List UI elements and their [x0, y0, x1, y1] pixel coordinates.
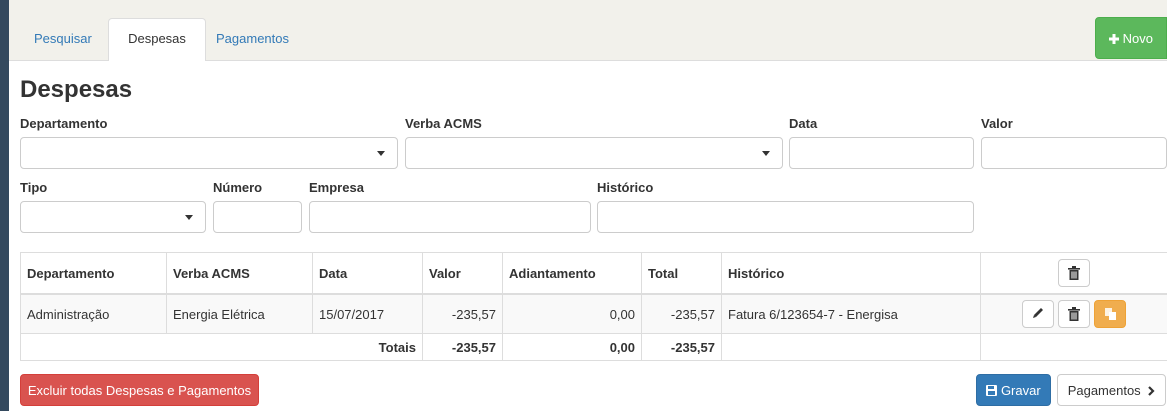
payments-button[interactable]: Pagamentos: [1057, 374, 1166, 406]
new-button-label: Novo: [1122, 31, 1153, 46]
numero-label: Número: [213, 180, 263, 195]
table-header-row: Departamento Verba ACMS Data Valor Adian…: [20, 252, 1167, 295]
cell-valor: -235,57: [422, 293, 503, 334]
historico-field[interactable]: [597, 201, 974, 233]
departamento-label: Departamento: [20, 116, 108, 131]
edit-button[interactable]: [1022, 300, 1055, 328]
tab-pagamentos[interactable]: Pagamentos: [216, 19, 289, 59]
numero-field[interactable]: [213, 201, 302, 233]
totals-label: Totais: [20, 333, 423, 361]
page-title: Despesas: [20, 76, 133, 103]
departamento-select[interactable]: [20, 137, 398, 169]
cell-departamento: Administração: [20, 293, 167, 334]
payments-button-label: Pagamentos: [1067, 383, 1141, 398]
cell-total: -235,57: [641, 293, 722, 334]
tab-pesquisar[interactable]: Pesquisar: [34, 19, 92, 59]
col-header-historico: Histórico: [721, 252, 981, 295]
verba-select[interactable]: [405, 137, 783, 169]
empresa-label: Empresa: [309, 180, 364, 195]
chevron-down-icon: [750, 138, 782, 168]
trash-icon: [1068, 266, 1080, 280]
delete-all-button[interactable]: Excluir todas Despesas e Pagamentos: [20, 374, 259, 406]
totals-total: -235,57: [641, 333, 722, 361]
totals-row: Totais -235,57 0,00 -235,57: [20, 333, 1167, 361]
col-header-total: Total: [641, 252, 722, 295]
tipo-label: Tipo: [20, 180, 48, 195]
chevron-right-icon: [1148, 386, 1155, 396]
table-row[interactable]: Administração Energia Elétrica 15/07/201…: [20, 293, 1167, 334]
despesas-table: Departamento Verba ACMS Data Valor Adian…: [20, 252, 1167, 361]
copy-row-button[interactable]: [1093, 300, 1126, 328]
empresa-field[interactable]: [309, 201, 591, 233]
totals-valor: -235,57: [422, 333, 503, 361]
valor-label: Valor: [981, 116, 1013, 131]
historico-label: Histórico: [597, 180, 654, 195]
plus-icon: [1109, 34, 1119, 44]
totals-empty-historico: [721, 333, 981, 361]
verba-label: Verba ACMS: [405, 116, 482, 131]
app-frame: Pesquisar Despesas Pagamentos Novo Despe…: [9, 0, 1167, 411]
trash-icon: [1068, 307, 1080, 321]
cell-adiantamento: 0,00: [502, 293, 642, 334]
delete-row-button[interactable]: [1058, 300, 1090, 328]
data-label: Data: [789, 116, 818, 131]
pencil-icon: [1033, 308, 1044, 318]
tab-despesas[interactable]: Despesas: [108, 18, 206, 61]
floppy-disk-icon: [986, 385, 998, 396]
tipo-select[interactable]: [20, 201, 206, 233]
delete-all-rows-button[interactable]: [1058, 259, 1090, 287]
totals-empty-actions: [980, 333, 1167, 361]
chevron-down-icon: [365, 138, 397, 168]
cell-data: 15/07/2017: [312, 293, 423, 334]
cell-historico: Fatura 6/123654-7 - Energisa: [721, 293, 981, 334]
chevron-down-icon: [173, 202, 205, 232]
totals-adiantamento: 0,00: [502, 333, 642, 361]
col-header-departamento: Departamento: [20, 252, 167, 295]
valor-field[interactable]: [981, 137, 1167, 169]
copy-icon: [1104, 308, 1116, 320]
col-header-actions: [980, 252, 1167, 295]
data-field[interactable]: [789, 137, 974, 169]
save-button[interactable]: Gravar: [976, 374, 1051, 406]
tab-bar: Pesquisar Despesas Pagamentos Novo: [9, 0, 1167, 61]
col-header-data: Data: [312, 252, 423, 295]
col-header-adiantamento: Adiantamento: [502, 252, 642, 295]
save-button-label: Gravar: [1000, 383, 1041, 398]
cell-verba: Energia Elétrica: [166, 293, 313, 334]
new-button[interactable]: Novo: [1095, 17, 1167, 59]
col-header-verba: Verba ACMS: [166, 252, 313, 295]
cell-actions: [980, 293, 1167, 334]
col-header-valor: Valor: [422, 252, 503, 295]
